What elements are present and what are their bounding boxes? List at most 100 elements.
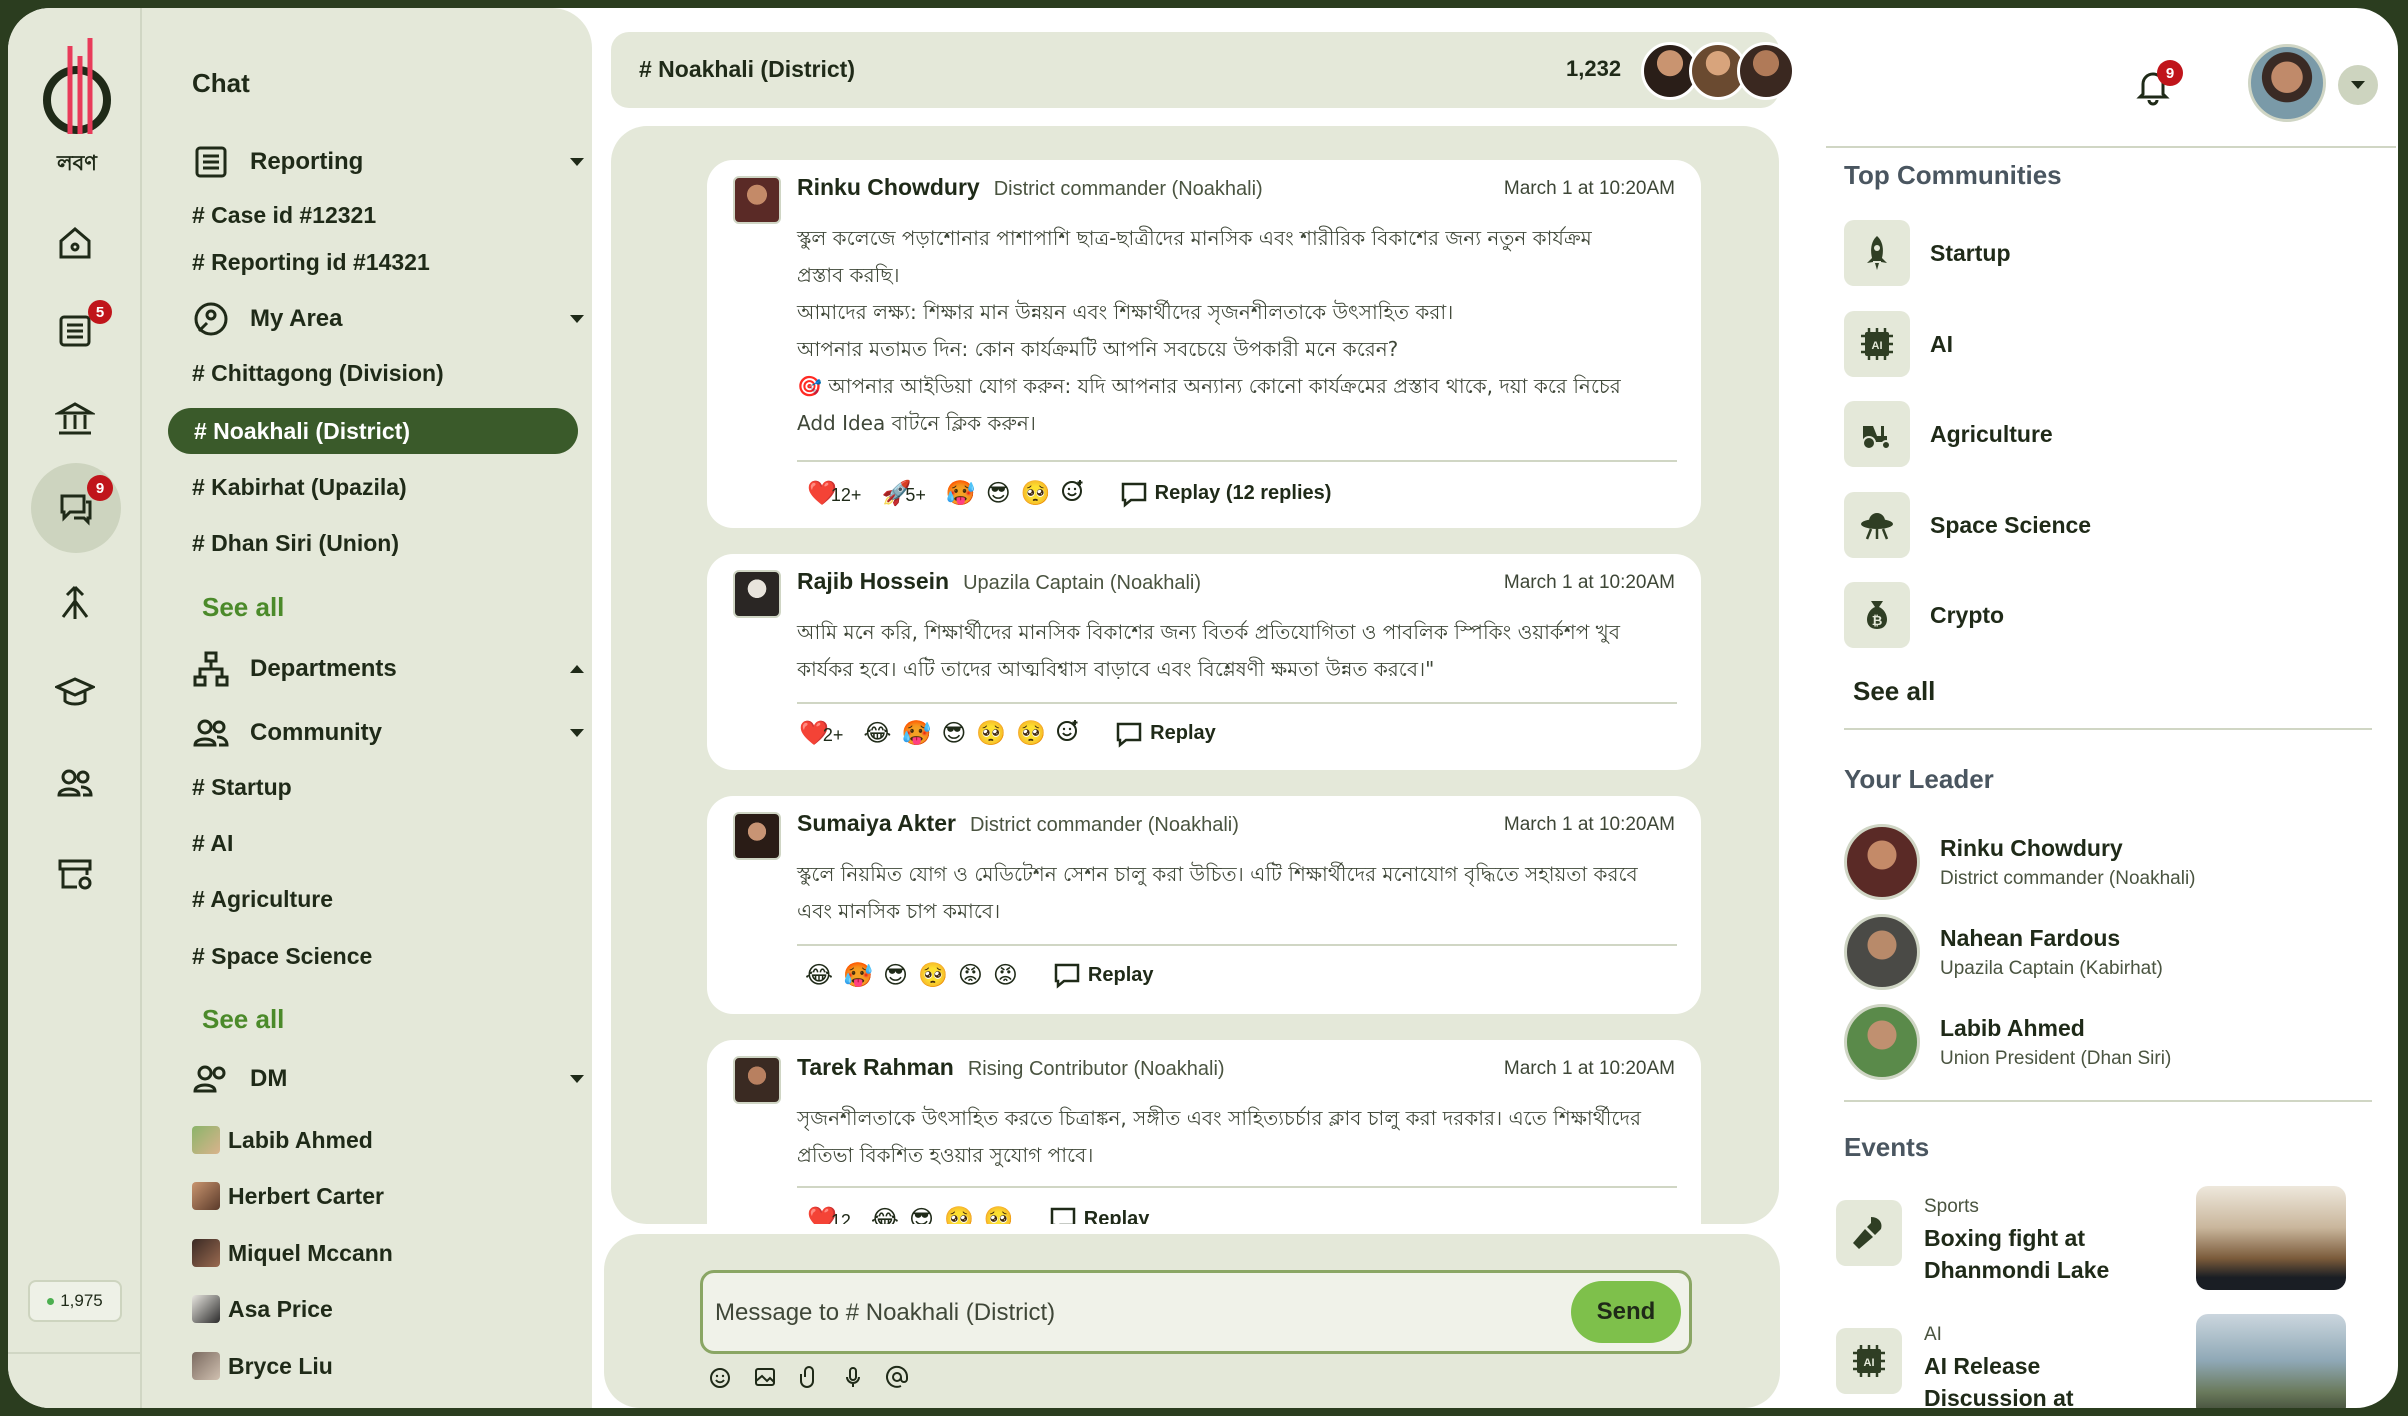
- leader-item[interactable]: Labib Ahmed Union President (Dhan Siri): [1844, 1004, 2171, 1080]
- dm-item[interactable]: Bryce Liu: [192, 1352, 333, 1380]
- sidebar-item-chittagong[interactable]: # Chittagong (Division): [192, 360, 444, 387]
- attachment-icon[interactable]: [796, 1364, 822, 1390]
- reaction[interactable]: 🥺: [984, 1205, 1014, 1225]
- reaction[interactable]: 🥵: [946, 479, 976, 508]
- rail-reports[interactable]: 5: [36, 292, 114, 370]
- section-dm[interactable]: DM: [192, 1060, 584, 1098]
- notification-badge: 9: [2157, 60, 2183, 86]
- dm-item[interactable]: Asa Price: [192, 1295, 333, 1323]
- rail-store[interactable]: [36, 834, 114, 912]
- reaction[interactable]: ❤️2+: [799, 719, 853, 748]
- community-startup[interactable]: Startup: [1844, 220, 2011, 286]
- sidebar-item-space-science[interactable]: # Space Science: [192, 943, 372, 970]
- reaction-count: 5+: [905, 485, 926, 505]
- rail-directions[interactable]: [36, 564, 114, 642]
- rail-home[interactable]: [36, 204, 114, 282]
- community-ai[interactable]: AI AI: [1844, 311, 1953, 377]
- rail-chat[interactable]: 9: [31, 463, 121, 553]
- reaction[interactable]: 😎: [883, 961, 908, 990]
- community-agriculture[interactable]: Agriculture: [1844, 401, 2053, 467]
- composer-toolbar: [708, 1364, 910, 1390]
- add-reaction-icon[interactable]: [1061, 478, 1085, 509]
- microphone-icon[interactable]: [840, 1364, 866, 1390]
- reaction[interactable]: 🥵: [843, 961, 873, 990]
- section-departments[interactable]: Departments: [192, 650, 584, 688]
- dm-name: Labib Ahmed: [228, 1126, 373, 1153]
- reaction[interactable]: 😂: [871, 1205, 899, 1225]
- sidebar-item-kabirhat[interactable]: # Kabirhat (Upazila): [192, 474, 407, 501]
- reaction[interactable]: 🚀5+: [881, 479, 935, 508]
- see-all-top-communities-link[interactable]: See all: [1853, 676, 1935, 707]
- avatar[interactable]: [733, 570, 781, 618]
- image-icon[interactable]: [752, 1364, 778, 1390]
- chevron-up-icon[interactable]: [570, 665, 584, 673]
- leader-info: Labib Ahmed Union President (Dhan Siri): [1940, 1015, 2171, 1070]
- reaction-bar: 😂 🥵 😎 🥺 😡 😡 Replay: [805, 960, 1154, 990]
- message-input[interactable]: Message to # Noakhali (District) Send: [700, 1270, 1692, 1354]
- reply-button[interactable]: Replay (12 replies): [1119, 479, 1331, 509]
- community-crypto[interactable]: ₿ Crypto: [1844, 582, 2004, 648]
- reaction[interactable]: 😎: [909, 1205, 934, 1225]
- avatar[interactable]: [733, 1056, 781, 1104]
- section-community[interactable]: Community: [192, 714, 584, 752]
- app-logo[interactable]: লবণ: [42, 38, 112, 182]
- dm-item[interactable]: Herbert Carter: [192, 1182, 384, 1210]
- see-all-communities-link[interactable]: See all: [202, 1004, 284, 1035]
- chevron-down-icon[interactable]: [570, 729, 584, 737]
- sidebar-item-case[interactable]: # Case id #12321: [192, 202, 376, 229]
- section-reporting-label: Reporting: [250, 148, 364, 175]
- reaction[interactable]: 😡: [958, 961, 983, 990]
- community-space-science[interactable]: Space Science: [1844, 492, 2091, 558]
- reaction[interactable]: 😎: [986, 479, 1011, 508]
- reaction[interactable]: 😂: [805, 961, 833, 990]
- reaction[interactable]: 🥺: [944, 1205, 974, 1225]
- leader-item[interactable]: Nahean Fardous Upazila Captain (Kabirhat…: [1844, 914, 2163, 990]
- reaction[interactable]: ❤️12+: [807, 479, 871, 508]
- reaction[interactable]: ❤️12: [807, 1205, 861, 1225]
- avatar[interactable]: [733, 812, 781, 860]
- reply-button[interactable]: Replay: [1052, 960, 1154, 990]
- sidebar-item-reporting-id[interactable]: # Reporting id #14321: [192, 249, 430, 276]
- dm-item[interactable]: Miquel Mccann: [192, 1239, 393, 1267]
- sidebar-item-ai[interactable]: # AI: [192, 830, 233, 857]
- user-avatar[interactable]: [2248, 44, 2326, 122]
- rail-institution[interactable]: [36, 380, 114, 458]
- avatar[interactable]: [733, 176, 781, 224]
- dm-item[interactable]: Labib Ahmed: [192, 1126, 373, 1154]
- reaction[interactable]: 🥺: [976, 719, 1006, 748]
- section-reporting[interactable]: Reporting: [192, 143, 584, 181]
- send-button[interactable]: Send: [1571, 1281, 1681, 1343]
- reaction[interactable]: 😡: [993, 961, 1018, 990]
- notifications-button[interactable]: 9: [2133, 60, 2183, 106]
- reaction[interactable]: 🥺: [1016, 719, 1046, 748]
- sidebar-item-startup[interactable]: # Startup: [192, 774, 292, 801]
- sidebar-item-noakhali[interactable]: # Noakhali (District): [168, 408, 578, 454]
- message-line: কার্যকর হবে। এটি তাদের আত্মবিশ্বাস বাড়া…: [797, 657, 1435, 681]
- channel-header: # Noakhali (District) 1,232: [611, 32, 1795, 108]
- message-time: March 1 at 10:20AM: [1503, 572, 1675, 593]
- user-menu-button[interactable]: [2338, 65, 2378, 105]
- add-reaction-icon[interactable]: [1056, 718, 1080, 749]
- reply-button[interactable]: Replay: [1114, 719, 1216, 749]
- reaction[interactable]: 🥵: [901, 719, 931, 748]
- see-all-areas-link[interactable]: See all: [202, 592, 284, 623]
- leader-item[interactable]: Rinku Chowdury District commander (Noakh…: [1844, 824, 2196, 900]
- sidebar-item-dhan-siri[interactable]: # Dhan Siri (Union): [192, 530, 399, 557]
- message-list[interactable]: Rinku Chowdury District commander (Noakha…: [611, 126, 1779, 1224]
- chevron-down-icon[interactable]: [570, 158, 584, 166]
- rail-people[interactable]: [36, 744, 114, 822]
- reply-button[interactable]: Replay: [1048, 1204, 1149, 1224]
- emoji-icon[interactable]: [708, 1364, 734, 1390]
- chevron-down-icon[interactable]: [570, 315, 584, 323]
- member-count: 1,232: [1566, 56, 1622, 81]
- sidebar-item-agriculture[interactable]: # Agriculture: [192, 886, 333, 913]
- chevron-down-icon[interactable]: [570, 1075, 584, 1083]
- section-my-area[interactable]: My Area: [192, 300, 584, 338]
- reaction[interactable]: 😎: [941, 719, 966, 748]
- avatar[interactable]: [1737, 42, 1795, 100]
- reaction[interactable]: 😂: [863, 719, 891, 748]
- reaction[interactable]: 🥺: [1021, 479, 1051, 508]
- reaction[interactable]: 🥺: [918, 961, 948, 990]
- rail-education[interactable]: [36, 654, 114, 732]
- mention-icon[interactable]: [884, 1364, 910, 1390]
